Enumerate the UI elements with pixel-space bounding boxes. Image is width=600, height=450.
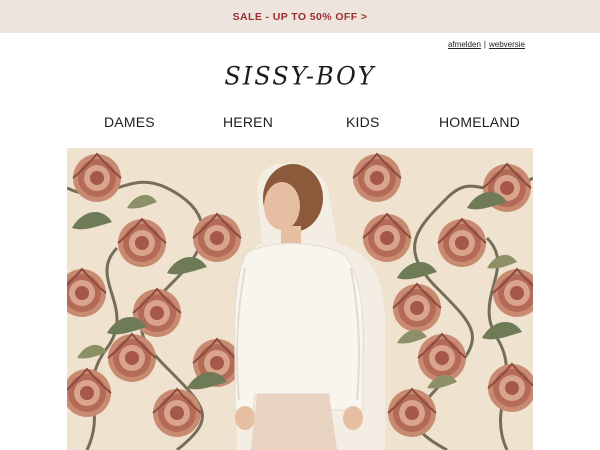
utility-links: afmelden | webversie (448, 40, 525, 49)
hero-image[interactable] (67, 148, 533, 450)
brand-logo[interactable]: SISSY-BOY (0, 61, 600, 90)
unsubscribe-link[interactable]: afmelden (448, 40, 481, 49)
hero-illustration (67, 148, 533, 450)
promo-banner: SALE - UP TO 50% OFF > (0, 0, 600, 33)
nav-item-kids[interactable]: KIDS (346, 114, 379, 130)
nav-item-homeland[interactable]: HOMELAND (439, 114, 520, 130)
main-nav: DAMES HEREN KIDS HOMELAND (67, 114, 533, 132)
promo-link[interactable]: SALE - UP TO 50% OFF > (233, 11, 368, 23)
utility-separator: | (483, 40, 486, 49)
webversion-link[interactable]: webversie (489, 40, 525, 49)
nav-item-heren[interactable]: HEREN (223, 114, 273, 130)
nav-item-dames[interactable]: DAMES (104, 114, 155, 130)
